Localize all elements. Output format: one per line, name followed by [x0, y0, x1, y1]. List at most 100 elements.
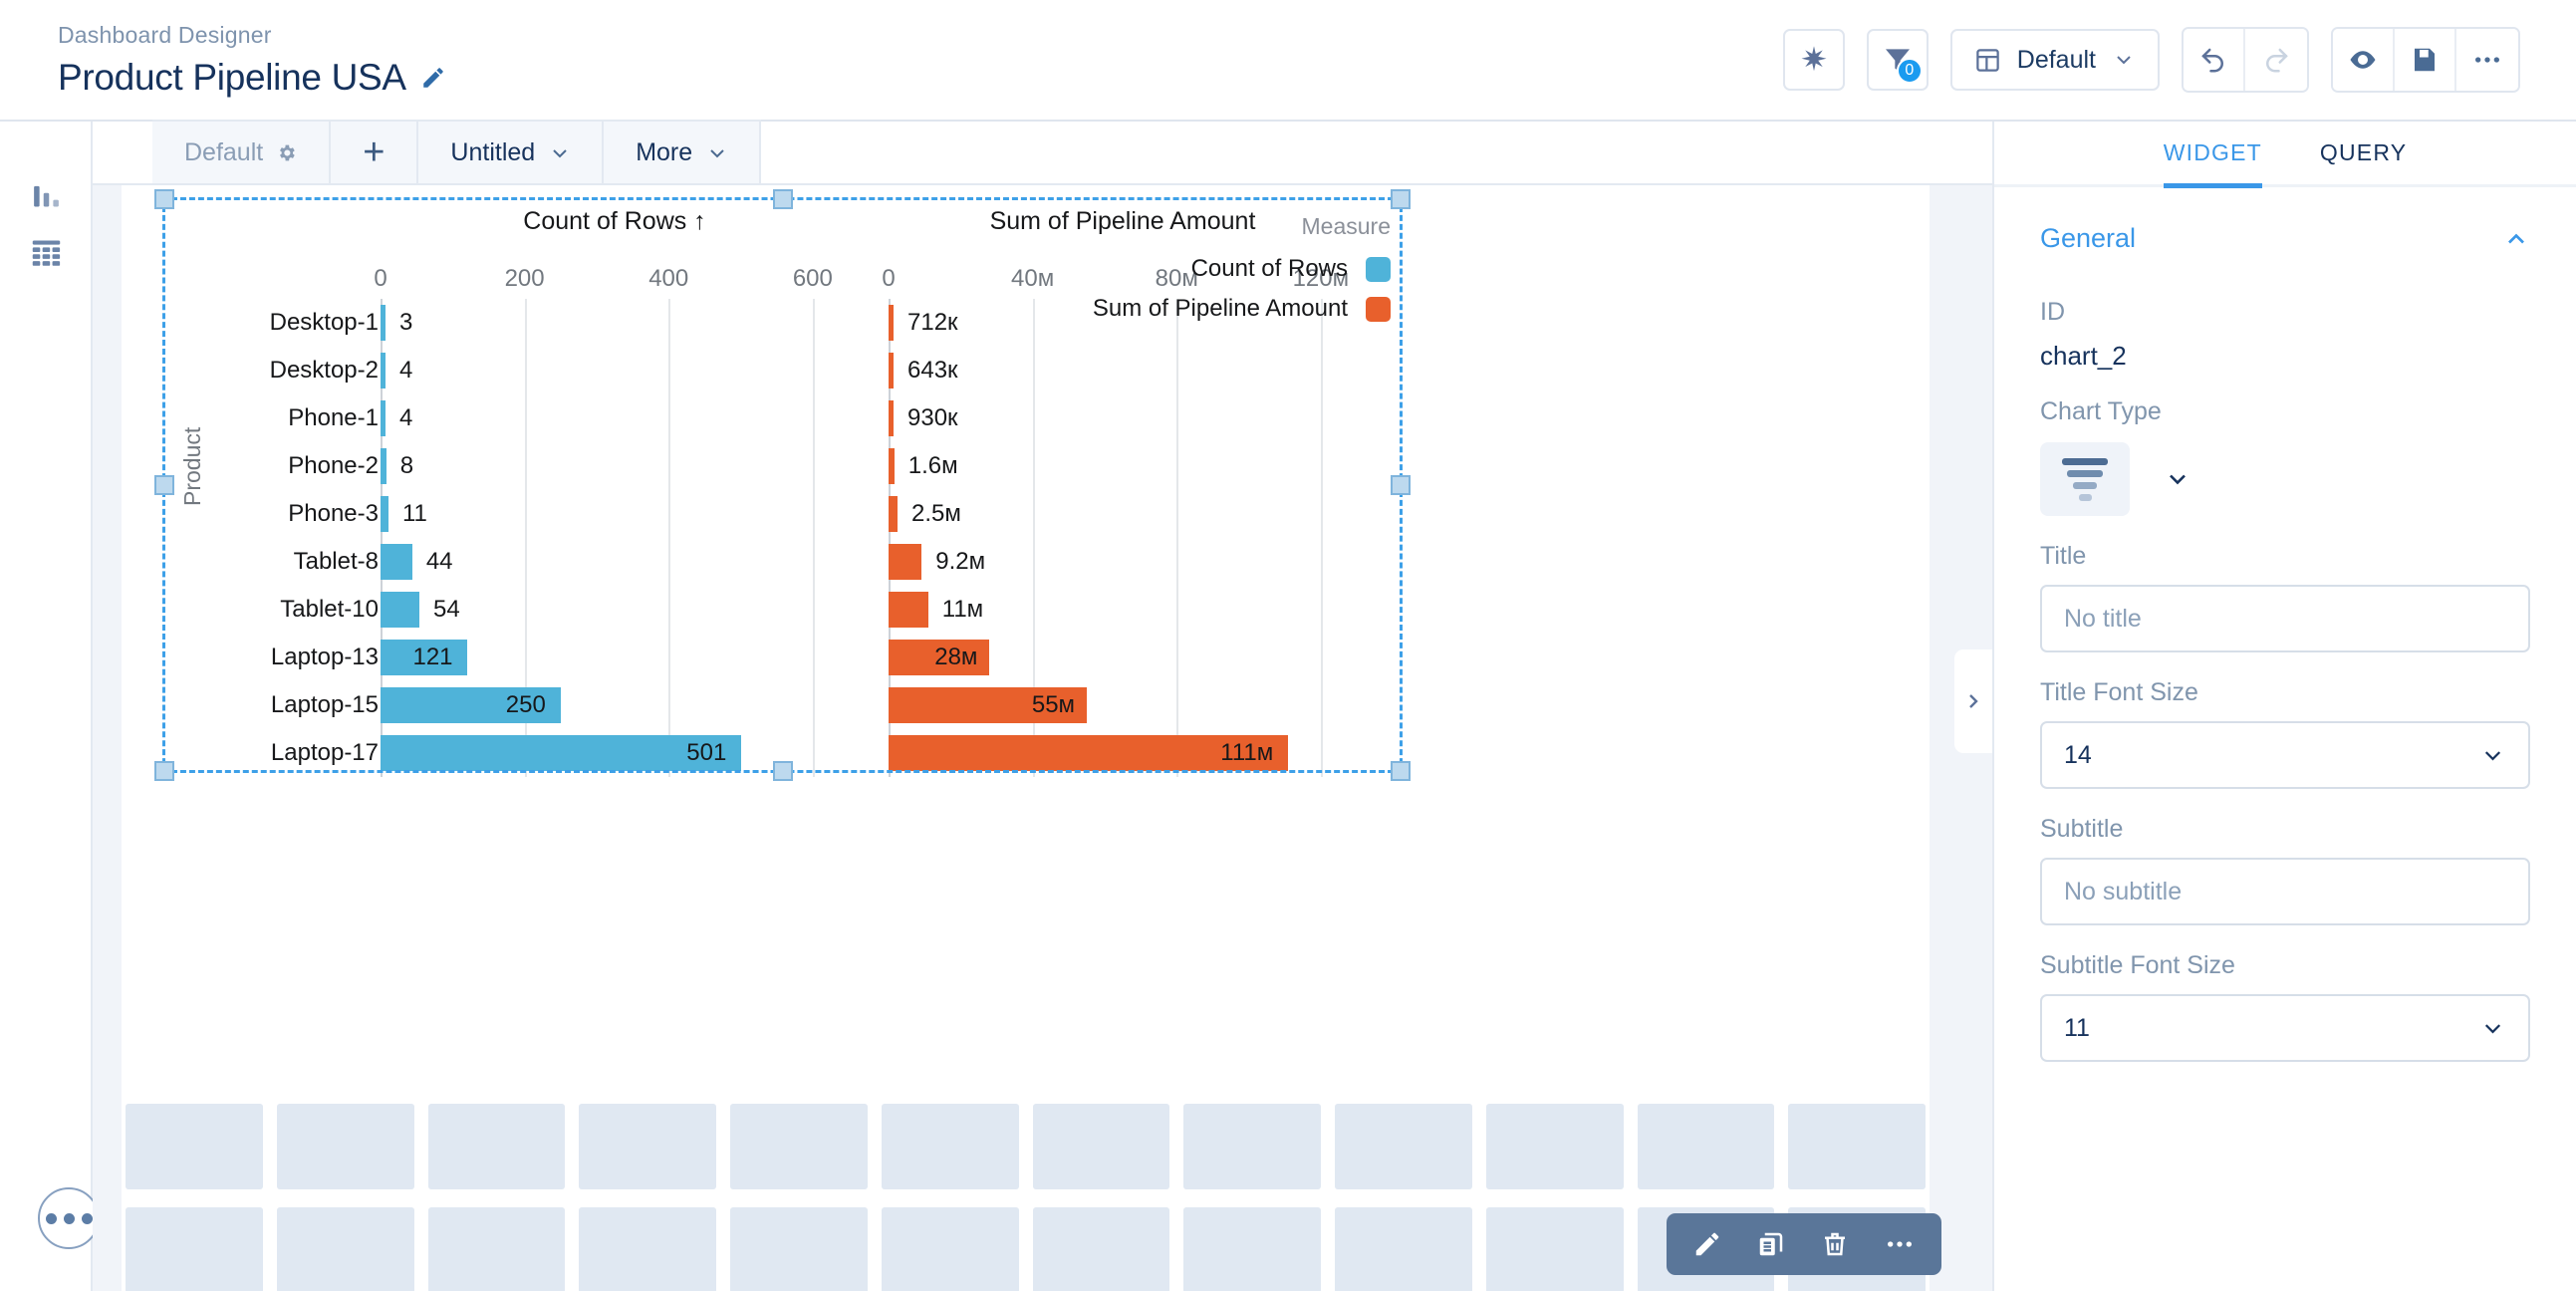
chart-type-chevron-down-icon[interactable]	[2164, 465, 2191, 493]
bar[interactable]	[889, 399, 894, 437]
breadcrumb: Dashboard Designer	[58, 21, 272, 48]
undo-button[interactable]	[2184, 29, 2245, 91]
bar[interactable]	[889, 543, 922, 581]
bar[interactable]	[889, 352, 894, 389]
redo-icon	[2261, 45, 2291, 75]
bar-chart-icon[interactable]	[30, 179, 63, 212]
bar[interactable]	[381, 447, 386, 485]
category-label: Phone-3	[288, 500, 379, 527]
eye-icon	[2348, 45, 2378, 75]
layout-grid-placeholder	[122, 1104, 1930, 1291]
bar[interactable]	[381, 352, 386, 389]
title-input[interactable]: No title	[2040, 585, 2530, 652]
grid-cell	[579, 1207, 716, 1291]
bar[interactable]	[381, 399, 386, 437]
grid-cell	[881, 1104, 1019, 1189]
bar-row: 643к	[889, 347, 1357, 394]
bar[interactable]	[889, 495, 899, 533]
bar-value-label: 712к	[907, 309, 958, 336]
legend-item[interactable]: Sum of Pipeline Amount	[1093, 289, 1391, 329]
category-label: Tablet-8	[293, 548, 379, 575]
legend-label: Sum of Pipeline Amount	[1092, 295, 1348, 322]
chart-widget[interactable]: Product Desktop-1 Desktop-2 Phone-1 Phone-2 P…	[169, 207, 1395, 777]
bar[interactable]	[889, 304, 894, 342]
bar-row: 11м	[889, 586, 1357, 634]
bar-row: 250	[381, 681, 849, 729]
grid-cell	[730, 1207, 868, 1291]
grid-cell	[126, 1207, 263, 1291]
chevron-down-icon	[2112, 48, 2136, 72]
bar-value-label: 250	[505, 691, 546, 718]
bar[interactable]	[381, 543, 412, 581]
redo-button[interactable]	[2245, 29, 2307, 91]
bar[interactable]	[381, 495, 388, 533]
axis-tick-label: 400	[648, 265, 689, 292]
grid-cell	[427, 1104, 566, 1189]
grid-cell	[1637, 1104, 1775, 1189]
tab-query[interactable]: QUERY	[2320, 139, 2407, 188]
axis-title: Count of Rows ↑	[523, 207, 706, 235]
subtitle-font-size-select[interactable]: 11	[2040, 994, 2530, 1062]
bar-row: 4	[381, 347, 849, 394]
category-label: Phone-2	[288, 452, 379, 479]
tab-add[interactable]: +	[331, 120, 419, 183]
layout-icon	[1974, 47, 2001, 74]
widget-edit-button[interactable]	[1692, 1229, 1722, 1259]
rail-more-button[interactable]	[38, 1187, 100, 1249]
tab-untitled[interactable]: Untitled	[418, 120, 605, 183]
category-label: Phone-1	[288, 404, 379, 431]
bar-value-label: 2.5м	[911, 500, 961, 527]
layout-select[interactable]: Default	[1949, 29, 2160, 91]
category-label: Tablet-10	[280, 596, 379, 623]
chevron-down-icon[interactable]	[705, 141, 727, 163]
section-general[interactable]: General	[2040, 187, 2530, 272]
widget-more-button[interactable]	[1884, 1228, 1916, 1260]
collapse-panel-chevron[interactable]	[1954, 649, 1992, 753]
resize-handle[interactable]	[154, 189, 174, 209]
chevron-right-icon	[1961, 689, 1985, 713]
legend-item[interactable]: Count of Rows	[1093, 249, 1391, 289]
bar-value-label: 501	[686, 739, 727, 766]
title-font-size-select[interactable]: 14	[2040, 721, 2530, 789]
bar[interactable]	[381, 304, 386, 342]
grid-row	[122, 1207, 1930, 1291]
resize-handle[interactable]	[772, 189, 793, 209]
bar-value-label: 11м	[941, 596, 984, 623]
resize-handle[interactable]	[1391, 189, 1411, 209]
horizontal-bar-chart-icon[interactable]	[2040, 442, 2130, 516]
bar-value-label: 44	[425, 548, 453, 575]
chevron-up-icon[interactable]	[2502, 225, 2530, 253]
tab-label: Untitled	[450, 137, 536, 166]
bar-value-label: 11	[401, 500, 427, 527]
preview-button[interactable]	[2333, 29, 2395, 91]
widget-duplicate-button[interactable]	[1756, 1229, 1786, 1259]
bar[interactable]	[889, 591, 928, 629]
bar-row: 9.2м	[889, 538, 1357, 586]
tab-label: Default	[184, 137, 264, 166]
sparkle-button[interactable]	[1782, 29, 1845, 91]
bar[interactable]	[889, 447, 895, 485]
save-button[interactable]	[2395, 29, 2456, 91]
widget-delete-button[interactable]	[1820, 1229, 1850, 1259]
bar[interactable]	[381, 591, 420, 629]
chevron-down-icon[interactable]	[548, 141, 570, 163]
bar-value-label: 930к	[907, 404, 958, 431]
more-actions-button[interactable]	[2456, 29, 2518, 91]
id-label: ID	[2040, 298, 2065, 326]
layout-select-label: Default	[2016, 45, 2096, 74]
table-icon[interactable]	[30, 235, 63, 268]
pencil-icon[interactable]	[420, 65, 446, 91]
subtitle-font-size-label: Subtitle Font Size	[2040, 951, 2235, 979]
tab-default[interactable]: Default	[152, 120, 332, 183]
gear-icon[interactable]	[276, 142, 297, 163]
grid-cell	[1183, 1207, 1321, 1291]
category-label: Desktop-1	[269, 309, 379, 336]
tab-widget[interactable]: WIDGET	[2164, 139, 2262, 188]
x-axis-ticks: 0 200 400 600	[374, 265, 849, 299]
dashboard-canvas: Product Desktop-1 Desktop-2 Phone-1 Phone-2 P…	[93, 185, 1992, 1291]
bar-value-label: 54	[433, 596, 460, 623]
subtitle-input[interactable]: No subtitle	[2040, 858, 2530, 925]
tab-more[interactable]: More	[604, 120, 762, 183]
filter-button[interactable]: 0	[1866, 29, 1929, 91]
grid-row	[122, 1104, 1930, 1189]
